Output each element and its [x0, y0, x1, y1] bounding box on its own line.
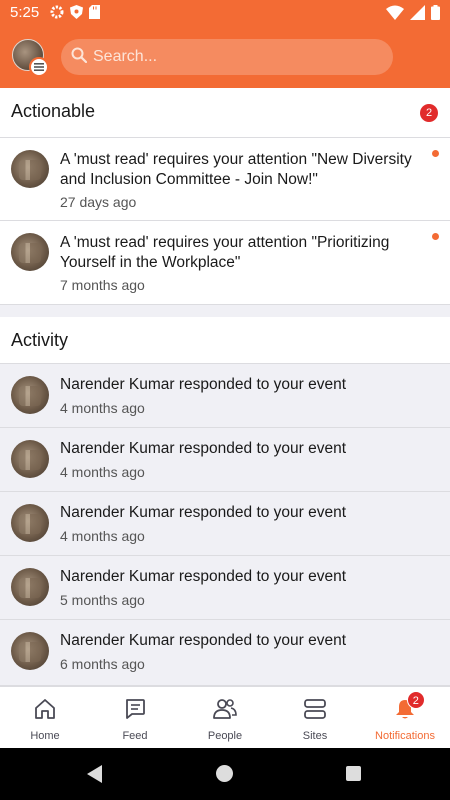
notification-text: Narender Kumar responded to your event — [60, 568, 347, 585]
menu-icon — [29, 57, 49, 77]
search-bar[interactable] — [61, 39, 393, 75]
sender-avatar — [11, 632, 49, 670]
settings-gear-icon — [50, 5, 64, 24]
section-divider — [0, 305, 450, 317]
notification-item[interactable]: A 'must read' requires your attention "P… — [0, 221, 450, 305]
sender-avatar — [11, 376, 49, 414]
notification-text: Narender Kumar responded to your event — [60, 440, 347, 457]
people-icon — [213, 698, 237, 725]
notification-time: 27 days ago — [60, 194, 137, 210]
status-time: 5:25 — [10, 4, 40, 21]
notification-text: Narender Kumar responded to your event — [60, 376, 347, 393]
sites-icon — [303, 698, 327, 725]
notification-time: 4 months ago — [60, 528, 145, 544]
nav-label: People — [207, 730, 243, 742]
notification-item[interactable]: Narender Kumar responded to your event 4… — [0, 492, 450, 556]
notification-text: Narender Kumar responded to your event — [60, 632, 347, 649]
shield-icon — [70, 5, 83, 24]
nav-label: Notifications — [375, 730, 435, 742]
notification-time: 4 months ago — [60, 400, 145, 416]
back-icon[interactable] — [87, 765, 103, 788]
notification-item[interactable]: Narender Kumar responded to your event 5… — [0, 556, 450, 620]
nav-label: Home — [30, 730, 60, 742]
home-circle-icon[interactable] — [216, 765, 233, 782]
system-navigation-bar — [0, 748, 450, 800]
nav-notifications[interactable]: 2 Notifications — [360, 687, 450, 748]
unread-indicator — [432, 150, 439, 157]
notification-text: A 'must read' requires your attention "P… — [60, 234, 390, 271]
nav-feed[interactable]: Feed — [90, 687, 180, 748]
sender-avatar — [11, 504, 49, 542]
notification-time: 7 months ago — [60, 277, 145, 293]
notification-time: 4 months ago — [60, 464, 145, 480]
notification-item[interactable]: Narender Kumar responded to your event 4… — [0, 428, 450, 492]
status-bar: 5:25 — [0, 0, 450, 26]
sender-avatar — [11, 440, 49, 478]
notifications-count-badge: 2 — [406, 691, 425, 709]
battery-icon — [431, 5, 440, 25]
notification-time: 6 months ago — [60, 656, 145, 672]
unread-indicator — [432, 233, 439, 240]
notification-item[interactable]: A 'must read' requires your attention "N… — [0, 138, 450, 221]
bottom-navigation: Home Feed People Sites 2 Notifications — [0, 686, 450, 748]
notification-item[interactable]: Narender Kumar responded to your event 4… — [0, 364, 450, 428]
actionable-section-header: Actionable 2 — [0, 88, 450, 138]
home-icon — [34, 698, 56, 725]
section-title: Actionable — [11, 101, 96, 121]
profile-menu-button[interactable] — [12, 39, 49, 77]
app-header — [0, 26, 450, 88]
nav-sites[interactable]: Sites — [270, 687, 360, 748]
actionable-count-badge: 2 — [420, 104, 438, 122]
notification-text: Narender Kumar responded to your event — [60, 504, 347, 521]
sender-avatar — [11, 150, 49, 188]
search-input[interactable] — [93, 48, 353, 66]
sd-card-icon — [89, 5, 100, 24]
sender-avatar — [11, 233, 49, 271]
notification-text: A 'must read' requires your attention "N… — [60, 151, 412, 188]
nav-label: Feed — [122, 730, 148, 742]
sender-avatar — [11, 568, 49, 606]
search-icon — [71, 47, 88, 68]
section-title: Activity — [11, 330, 69, 350]
activity-section-header: Activity — [0, 317, 450, 364]
signal-icon — [410, 5, 425, 25]
notification-time: 5 months ago — [60, 592, 145, 608]
nav-label: Sites — [302, 730, 328, 742]
nav-home[interactable]: Home — [0, 687, 90, 748]
wifi-icon — [386, 5, 404, 25]
recents-square-icon[interactable] — [346, 766, 361, 781]
notification-item[interactable]: Narender Kumar responded to your event 6… — [0, 620, 450, 686]
feed-icon — [124, 698, 146, 725]
nav-people[interactable]: People — [180, 687, 270, 748]
